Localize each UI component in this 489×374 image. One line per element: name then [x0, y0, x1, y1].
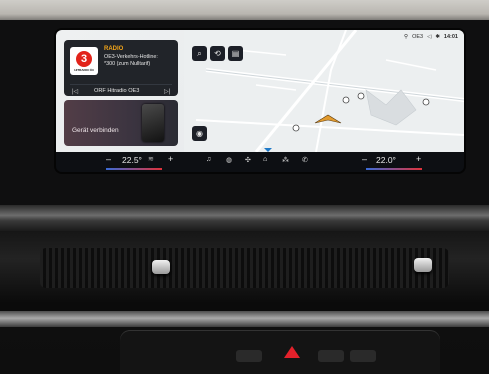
station-logo-sub: HITRADIO Ö3	[74, 67, 94, 72]
station-logo-mark: 3	[76, 50, 92, 67]
phone-widget[interactable]: Gerät verbinden	[64, 100, 178, 146]
temp-right-bar	[366, 168, 422, 170]
smartphone-icon	[142, 104, 164, 142]
seat-heat-icon[interactable]: ≋	[148, 155, 154, 163]
radio-info-text: OE3-Verkehrs-Hotline: *300 (zum Nulltari…	[104, 54, 176, 68]
compass-icon[interactable]: ◉	[192, 126, 207, 141]
console-key[interactable]	[350, 350, 376, 362]
phone-icon[interactable]: ✆	[302, 156, 308, 164]
temp-right-value[interactable]: 22.0°	[376, 155, 396, 165]
media-icon[interactable]: ◍	[226, 156, 232, 164]
radio-widget[interactable]: 3 HITRADIO Ö3 RADIO OE3-Verkehrs-Hotline…	[64, 40, 178, 96]
skip-previous-icon[interactable]: |◁	[72, 88, 78, 95]
home-icon[interactable]: ⌂	[263, 156, 267, 163]
skip-next-icon[interactable]: ▷|	[164, 88, 170, 95]
poi-icon[interactable]: ▤	[228, 46, 243, 61]
dashboard-trim	[0, 205, 489, 231]
radio-signal-text: OE3	[412, 34, 424, 40]
volume-icon: ◁	[427, 34, 432, 40]
status-bar: ⚲ OE3 ◁ ✱ 14:01	[404, 32, 458, 42]
console-key[interactable]	[318, 350, 344, 362]
vent-knob-left[interactable]	[152, 260, 170, 274]
temp-left-increase-button[interactable]: +	[168, 154, 173, 164]
search-icon[interactable]: ⌕	[192, 46, 207, 61]
temp-right-increase-button[interactable]: +	[416, 154, 421, 164]
console-key[interactable]	[236, 350, 262, 362]
radio-info-line1: OE3-Verkehrs-Hotline:	[104, 54, 158, 60]
lower-trim	[0, 311, 489, 327]
station-logo: 3 HITRADIO Ö3	[70, 47, 98, 75]
fan-icon[interactable]: ✣	[245, 156, 251, 164]
air-vent-grille	[40, 248, 449, 288]
temp-left-bar	[106, 168, 162, 170]
center-console	[120, 330, 440, 374]
temp-right-decrease-button[interactable]: –	[362, 154, 367, 164]
station-name: ORF Hitradio OE3	[94, 88, 140, 94]
bluetooth-icon: ✱	[435, 34, 440, 40]
hazard-button[interactable]	[284, 346, 300, 358]
wifi-icon: ⚲	[404, 34, 409, 40]
clock: 14:01	[443, 34, 458, 40]
music-note-icon[interactable]: ♫	[206, 156, 211, 163]
connect-device-label: Gerät verbinden	[72, 127, 119, 134]
route-icon[interactable]: ⟲	[210, 46, 225, 61]
vent-knob-right[interactable]	[414, 258, 432, 272]
radio-source-label: RADIO	[104, 46, 124, 52]
temp-left-decrease-button[interactable]: –	[106, 154, 111, 164]
apps-icon[interactable]: ⁂	[282, 156, 289, 164]
infotainment-screen[interactable]: ⚲ OE3 ◁ ✱ 14:01 3 HITRADIO Ö3 RADIO OE3-…	[56, 30, 464, 172]
divider	[70, 84, 172, 85]
radio-info-line2: *300 (zum Nulltarif)	[104, 61, 151, 67]
temp-left-value[interactable]: 22.5°	[122, 155, 142, 165]
